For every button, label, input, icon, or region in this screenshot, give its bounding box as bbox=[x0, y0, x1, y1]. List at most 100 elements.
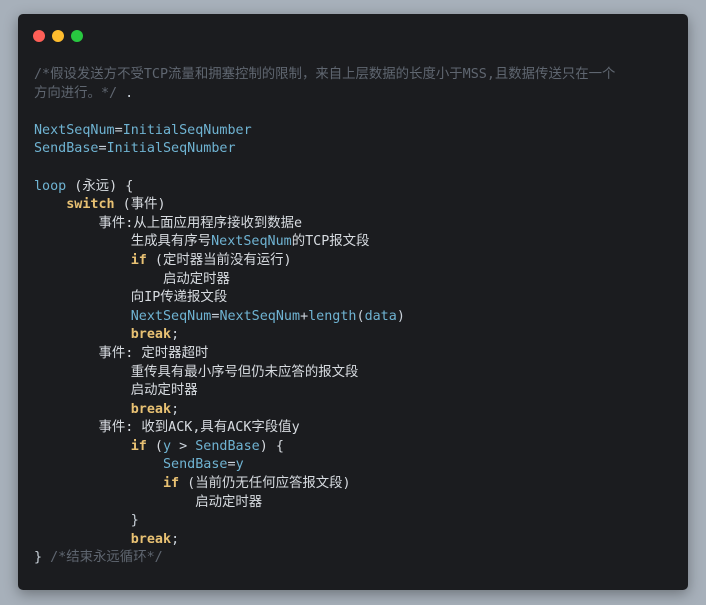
code-token: NextSeqNum bbox=[130, 308, 212, 324]
code-line: SendBase=y bbox=[34, 456, 674, 475]
code-token: NextSeqNum bbox=[219, 308, 301, 324]
close-dot-icon[interactable] bbox=[33, 30, 45, 42]
code-line: if (当前仍无任何应答报文段) bbox=[34, 475, 674, 494]
code-token: 启动定时器 bbox=[130, 383, 198, 399]
window-controls bbox=[33, 30, 83, 42]
code-line: NextSeqNum=InitialSeqNumber bbox=[34, 122, 674, 141]
code-token: ; bbox=[171, 401, 180, 417]
code-line: 启动定时器 bbox=[34, 271, 674, 290]
code-token: } bbox=[130, 513, 139, 529]
code-token: 事件: 收到ACK,具有ACK字段值y bbox=[98, 420, 300, 436]
code-token: if bbox=[130, 438, 147, 454]
code-line: 方向进行。*/ . bbox=[34, 85, 674, 104]
code-token: 生成具有序号 bbox=[130, 234, 212, 250]
code-token: 事件:从上面应用程序接收到数据e bbox=[98, 215, 303, 231]
code-line: /*假设发送方不受TCP流量和拥塞控制的限制，来自上层数据的长度小于MSS,且数… bbox=[34, 66, 674, 85]
code-line: 生成具有序号NextSeqNum的TCP报文段 bbox=[34, 233, 674, 252]
code-line: if (y > SendBase) { bbox=[34, 438, 674, 457]
zoom-dot-icon[interactable] bbox=[71, 30, 83, 42]
code-token: break bbox=[130, 531, 172, 547]
code-token: } bbox=[34, 550, 43, 566]
code-line: 向IP传递报文段 bbox=[34, 289, 674, 308]
code-token: if bbox=[163, 476, 180, 492]
code-line: break; bbox=[34, 401, 674, 420]
code-line: } /*结束永远循环*/ bbox=[34, 549, 674, 568]
code-token: InitialSeqNumber bbox=[122, 122, 252, 138]
code-line: 启动定时器 bbox=[34, 382, 674, 401]
code-token: > bbox=[171, 438, 196, 454]
code-token: . bbox=[117, 85, 134, 101]
code-token: 向IP传递报文段 bbox=[130, 290, 228, 306]
code-line: switch (事件) bbox=[34, 196, 674, 215]
code-token: 方向进行。*/ bbox=[34, 85, 118, 101]
code-line: 事件:从上面应用程序接收到数据e bbox=[34, 215, 674, 234]
code-token: ) { bbox=[259, 438, 284, 454]
code-line: 事件: 定时器超时 bbox=[34, 345, 674, 364]
code-line: break; bbox=[34, 531, 674, 550]
code-line: 重传具有最小序号但仍未应答的报文段 bbox=[34, 364, 674, 383]
code-line: } bbox=[34, 512, 674, 531]
code-token: data bbox=[364, 308, 397, 324]
code-token: 重传具有最小序号但仍未应答的报文段 bbox=[130, 364, 359, 380]
code-token: NextSeqNum bbox=[211, 234, 292, 250]
code-token: (当前仍无任何应答报文段) bbox=[179, 476, 351, 492]
code-token: (事件) bbox=[114, 197, 166, 213]
code-line: if (定时器当前没有运行) bbox=[34, 252, 674, 271]
code-token: ; bbox=[171, 531, 180, 547]
minimize-dot-icon[interactable] bbox=[52, 30, 64, 42]
code-token: 启动定时器 bbox=[195, 494, 263, 510]
code-token: 的TCP报文段 bbox=[291, 234, 370, 250]
code-token: InitialSeqNumber bbox=[106, 141, 236, 157]
code-token: SendBase bbox=[163, 457, 228, 473]
code-block: /*假设发送方不受TCP流量和拥塞控制的限制，来自上层数据的长度小于MSS,且数… bbox=[34, 66, 674, 568]
code-line: break; bbox=[34, 326, 674, 345]
code-token: SendBase bbox=[195, 438, 260, 454]
code-token: if bbox=[130, 252, 147, 268]
code-token: (定时器当前没有运行) bbox=[146, 252, 292, 268]
code-line: NextSeqNum=NextSeqNum+length(data) bbox=[34, 308, 674, 327]
code-token: = bbox=[227, 457, 236, 473]
code-line: SendBase=InitialSeqNumber bbox=[34, 140, 674, 159]
code-token: length bbox=[308, 308, 357, 324]
code-token: ( bbox=[146, 438, 163, 454]
code-token: (永远) { bbox=[66, 178, 134, 194]
code-token: /*结束永远循环*/ bbox=[42, 550, 163, 566]
code-token: switch bbox=[66, 197, 115, 213]
code-line: 启动定时器 bbox=[34, 494, 674, 513]
code-token: SendBase bbox=[34, 141, 99, 157]
code-token: 事件: 定时器超时 bbox=[98, 345, 209, 361]
code-token: y bbox=[235, 457, 244, 473]
code-token: ( bbox=[356, 308, 365, 324]
code-token: ; bbox=[171, 327, 180, 343]
code-token: ) bbox=[396, 308, 405, 324]
code-line: 事件: 收到ACK,具有ACK字段值y bbox=[34, 419, 674, 438]
code-token: loop bbox=[34, 178, 67, 194]
code-token: y bbox=[163, 438, 172, 454]
code-line: loop (永远) { bbox=[34, 178, 674, 197]
code-token: break bbox=[130, 327, 172, 343]
code-token: break bbox=[130, 401, 172, 417]
code-token: 启动定时器 bbox=[163, 271, 230, 287]
code-token: /*假设发送方不受TCP流量和拥塞控制的限制，来自上层数据的长度小于MSS,且数… bbox=[34, 67, 616, 82]
code-token: + bbox=[300, 308, 309, 324]
